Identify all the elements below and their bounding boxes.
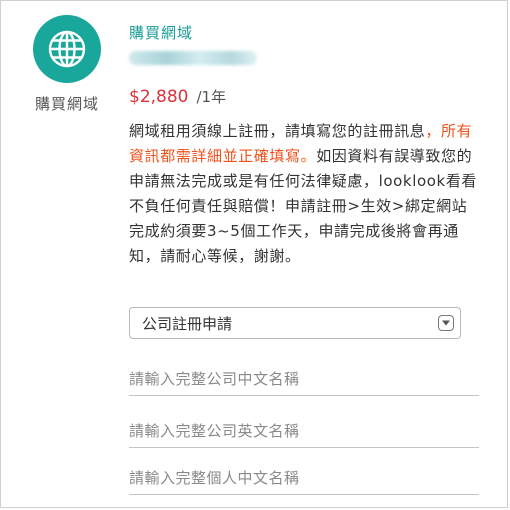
price: $2,880 (129, 87, 189, 107)
product-title: 購買網域 (129, 24, 194, 42)
personal-chinese-name-placeholder: 請輸入完整個人中文名稱 (129, 469, 300, 487)
company-english-name-field[interactable]: 請輸入完整公司英文名稱 (129, 417, 479, 448)
product-details: 購買網域 $2,880/1年 網域租用須線上註冊，請填寫您的註冊訊息，所有資訊都… (129, 23, 479, 269)
globe-icon (33, 15, 101, 83)
company-chinese-name-field[interactable]: 請輸入完整公司中文名稱 (129, 365, 479, 396)
product-name-label: 購買網域 (34, 95, 99, 113)
registration-type-value: 公司註冊申請 (142, 314, 233, 333)
registration-type-select[interactable]: 公司註冊申請 (129, 307, 461, 339)
description-intro: 網域租用須線上註冊，請填寫您的註冊訊息 (129, 122, 426, 140)
billing-period: /1年 (196, 88, 227, 106)
chevron-down-icon[interactable] (438, 315, 454, 331)
product-thumbnail: 購買網域 (19, 15, 115, 114)
blurred-url (129, 51, 257, 65)
price-row: $2,880/1年 (129, 86, 479, 108)
company-english-name-placeholder: 請輸入完整公司英文名稱 (129, 422, 300, 440)
product-card: 購買網域 購買網域 $2,880/1年 網域租用須線上註冊，請填寫您的註冊訊息，… (0, 0, 508, 508)
description: 網域租用須線上註冊，請填寫您的註冊訊息，所有資訊都需詳細並正確填寫。如因資料有誤… (129, 119, 481, 269)
personal-chinese-name-field[interactable]: 請輸入完整個人中文名稱 (129, 464, 479, 495)
company-chinese-name-placeholder: 請輸入完整公司中文名稱 (129, 370, 300, 388)
